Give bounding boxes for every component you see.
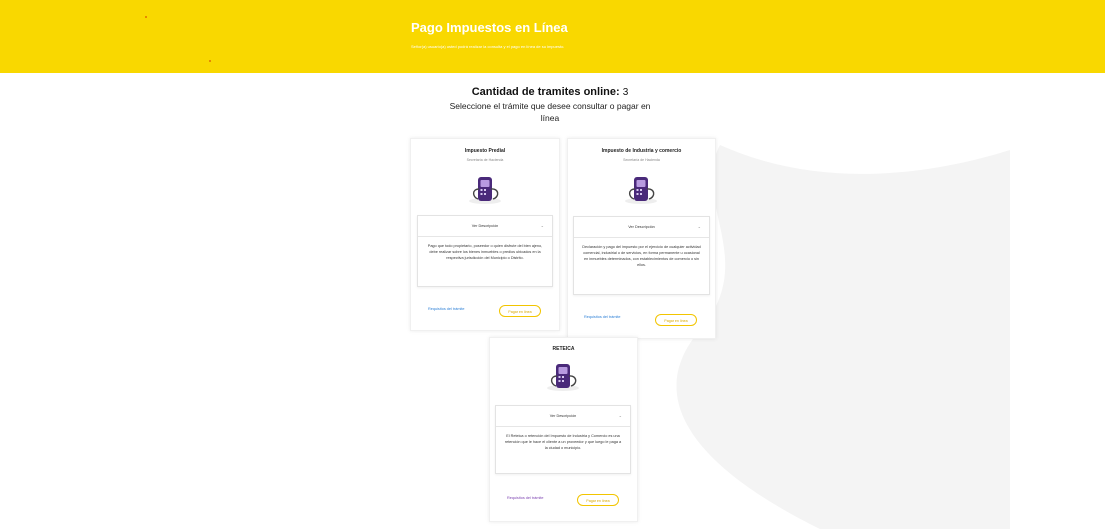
decorative-dot xyxy=(209,60,211,62)
description-text: Pago que todo propietario, poseedor o qu… xyxy=(427,244,543,260)
card-title: Impuesto de Industria y comercio xyxy=(601,148,682,154)
ver-descripcion-toggle[interactable]: Ver Descripción ⌄ xyxy=(496,406,630,427)
ver-descripcion-toggle[interactable]: Ver Descripción ⌄ xyxy=(418,216,552,237)
description-panel: Ver Descripción ⌄ El Reteica o retención… xyxy=(495,405,631,474)
requisitos-link[interactable]: Requisitos del trámite xyxy=(507,496,544,500)
payment-terminal-icon xyxy=(625,177,657,204)
page-heading: Cantidad de tramites online: 3 Seleccion… xyxy=(360,86,740,124)
card-subtitle: Secretaría de Hacienda xyxy=(623,158,660,162)
page-instruction: Seleccione el trámite que desee consulta… xyxy=(449,101,651,123)
payment-terminal-icon xyxy=(547,364,579,391)
card-industria-comercio: Impuesto de Industria y comercio Secreta… xyxy=(567,138,716,339)
payment-terminal-icon xyxy=(469,177,501,204)
card-reteica: RETEICA Ver Descripción ⌄ El Reteica o r… xyxy=(489,337,638,522)
header-banner: Pago Impuestos en Línea Señor(a) usuario… xyxy=(0,0,1105,73)
tramites-count-value: 3 xyxy=(622,87,629,98)
description-panel: Ver Descripción ⌄ Pago que todo propieta… xyxy=(417,215,553,287)
requisitos-link[interactable]: Requisitos del trámite xyxy=(428,307,465,311)
ver-descripcion-toggle[interactable]: Ver Descripción ⌄ xyxy=(574,217,709,238)
decorative-dot xyxy=(145,16,147,18)
ver-descripcion-label: Ver Descripción xyxy=(628,225,655,229)
pagar-en-linea-button[interactable]: Pagar en línea xyxy=(577,494,619,506)
description-panel: Ver Descripción ⌄ Declaración y pago del… xyxy=(573,216,710,295)
card-title: Impuesto Predial xyxy=(464,148,506,154)
card-title: RETEICA xyxy=(552,346,575,352)
pagar-en-linea-button[interactable]: Pagar en línea xyxy=(499,305,541,317)
chevron-down-icon: ⌄ xyxy=(540,223,544,228)
card-impuesto-predial: Impuesto Predial Secretaría de Hacienda … xyxy=(410,138,560,331)
requisitos-link[interactable]: Requisitos del trámite xyxy=(584,315,621,319)
banner-subtitle: Señor(a) usuario(a) usted podrá realizar… xyxy=(411,44,565,49)
ver-descripcion-label: Ver Descripción xyxy=(471,224,499,228)
tramites-count: Cantidad de tramites online: 3 xyxy=(360,86,740,98)
tramites-count-label: Cantidad de tramites online: xyxy=(471,86,620,98)
chevron-down-icon: ⌄ xyxy=(618,413,622,418)
chevron-down-icon: ⌄ xyxy=(697,224,701,229)
description-text: El Reteica o retención del Impuesto de I… xyxy=(504,434,622,450)
description-text: Declaración y pago del impuesto por el e… xyxy=(582,245,701,267)
card-subtitle: Secretaría de Hacienda xyxy=(466,158,504,162)
banner-title: Pago Impuestos en Línea xyxy=(411,20,568,35)
pagar-en-linea-button[interactable]: Pagar en línea xyxy=(655,314,697,326)
ver-descripcion-label: Ver Descripción xyxy=(549,414,577,418)
page: Pago Impuestos en Línea Señor(a) usuario… xyxy=(0,0,1105,529)
